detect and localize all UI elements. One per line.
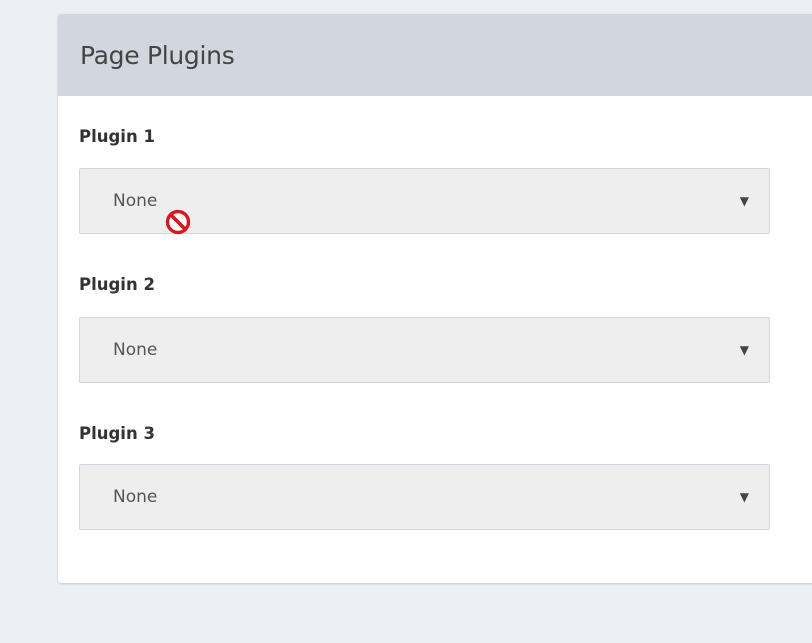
chevron-down-icon: ▼ <box>739 194 749 208</box>
plugin-1-selected-value: None <box>113 191 158 211</box>
not-allowed-cursor-icon <box>164 208 192 236</box>
chevron-down-icon: ▼ <box>739 490 749 504</box>
panel-title: Page Plugins <box>80 40 235 70</box>
plugin-2-label: Plugin 2 <box>79 275 155 294</box>
plugin-3-select[interactable]: None ▼ <box>79 464 770 530</box>
plugin-2-selected-value: None <box>113 340 158 360</box>
page-plugins-panel: Page Plugins Plugin 1 None ▼ Plugin 2 No… <box>58 14 812 583</box>
plugin-3-label: Plugin 3 <box>79 424 155 443</box>
panel-header: Page Plugins <box>58 14 812 96</box>
plugin-3-selected-value: None <box>113 487 158 507</box>
plugin-2-select[interactable]: None ▼ <box>79 317 770 383</box>
plugin-1-label: Plugin 1 <box>79 127 155 146</box>
chevron-down-icon: ▼ <box>739 343 749 357</box>
